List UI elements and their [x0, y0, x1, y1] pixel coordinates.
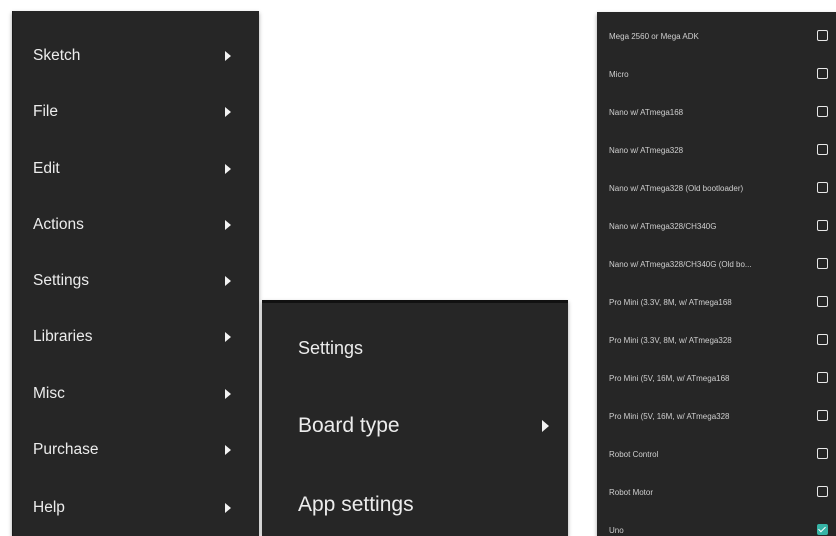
board-name-label: Mega 2560 or Mega ADK	[609, 31, 699, 41]
menu-item-actions[interactable]: Actions	[13, 197, 259, 253]
menu-item-libraries[interactable]: Libraries	[13, 309, 259, 365]
board-name-label: Micro	[609, 69, 629, 79]
menu-item-settings[interactable]: Settings	[13, 253, 259, 309]
menu-item-misc[interactable]: Misc	[13, 366, 259, 422]
board-name-label: Pro Mini (5V, 16M, w/ ATmega168	[609, 373, 730, 383]
menu-item-file[interactable]: File	[13, 84, 259, 140]
checkbox-icon[interactable]	[817, 30, 828, 41]
menu-item-help[interactable]: Help	[13, 480, 259, 536]
board-name-label: Nano w/ ATmega328	[609, 145, 684, 155]
checkbox-checked-icon[interactable]	[817, 524, 828, 535]
checkbox-icon[interactable]	[817, 296, 828, 307]
board-list-item[interactable]: Pro Mini (3.3V, 8M, w/ ATmega328	[597, 321, 836, 359]
submenu-arrow-icon	[225, 445, 231, 455]
board-name-label: Nano w/ ATmega328/CH340G (Old bo...	[609, 259, 752, 269]
screen: Sketch File Edit Actions Settings Librar…	[0, 0, 836, 536]
main-menu: Sketch File Edit Actions Settings Librar…	[12, 11, 259, 536]
submenu-arrow-icon	[225, 332, 231, 342]
board-list-item[interactable]: Robot Control	[597, 435, 836, 473]
board-name-label: Robot Control	[609, 449, 659, 459]
board-list-item[interactable]: Pro Mini (5V, 16M, w/ ATmega168	[597, 359, 836, 397]
checkbox-icon[interactable]	[817, 106, 828, 117]
checkbox-icon[interactable]	[817, 448, 828, 459]
submenu-arrow-icon	[225, 220, 231, 230]
board-name-label: Nano w/ ATmega328/CH340G	[609, 221, 717, 231]
submenu-arrow-icon	[225, 389, 231, 399]
board-name-label: Pro Mini (3.3V, 8M, w/ ATmega328	[609, 335, 732, 345]
board-list-item[interactable]: Uno	[597, 511, 836, 536]
menu-item-label: Board type	[298, 414, 400, 437]
menu-item-purchase[interactable]: Purchase	[13, 422, 259, 478]
submenu-arrow-icon	[542, 420, 549, 432]
submenu-arrow-icon	[225, 276, 231, 286]
submenu-arrow-icon	[225, 107, 231, 117]
submenu-arrow-icon	[225, 51, 231, 61]
checkbox-icon[interactable]	[817, 334, 828, 345]
submenu-arrow-icon	[225, 503, 231, 513]
settings-submenu: Settings Board type App settings	[262, 300, 568, 536]
board-list-item[interactable]: Pro Mini (3.3V, 8M, w/ ATmega168	[597, 283, 836, 321]
board-name-label: Uno	[609, 525, 624, 535]
checkbox-icon[interactable]	[817, 144, 828, 155]
menu-item-sketch[interactable]: Sketch	[13, 28, 259, 84]
checkbox-icon[interactable]	[817, 410, 828, 421]
board-name-label: Nano w/ ATmega328 (Old bootloader)	[609, 183, 744, 193]
checkbox-icon[interactable]	[817, 182, 828, 193]
board-list-item[interactable]: Pro Mini (5V, 16M, w/ ATmega328	[597, 397, 836, 435]
board-name-label: Nano w/ ATmega168	[609, 107, 684, 117]
board-name-label: Robot Motor	[609, 487, 654, 497]
board-type-list: Mega 2560 or Mega ADK Micro Nano w/ ATmega…	[597, 12, 836, 536]
checkbox-icon[interactable]	[817, 258, 828, 269]
menu-item-edit[interactable]: Edit	[13, 141, 259, 197]
board-list-item[interactable]: Mega 2560 or Mega ADK	[597, 17, 836, 55]
menu-item-label: App settings	[298, 493, 414, 516]
menu-item-board-type[interactable]: Board type	[262, 391, 568, 461]
board-list-item[interactable]: Nano w/ ATmega328	[597, 131, 836, 169]
board-list-item[interactable]: Robot Motor	[597, 473, 836, 511]
checkbox-icon[interactable]	[817, 486, 828, 497]
board-list-item[interactable]: Nano w/ ATmega328/CH340G (Old bo...	[597, 245, 836, 283]
board-list-item[interactable]: Nano w/ ATmega168	[597, 93, 836, 131]
board-list-item[interactable]: Nano w/ ATmega328/CH340G	[597, 207, 836, 245]
board-list-item[interactable]: Micro	[597, 55, 836, 93]
settings-header: Settings	[298, 337, 364, 358]
board-list-item[interactable]: Nano w/ ATmega328 (Old bootloader)	[597, 169, 836, 207]
checkbox-icon[interactable]	[817, 68, 828, 79]
board-name-label: Pro Mini (5V, 16M, w/ ATmega328	[609, 411, 730, 421]
menu-item-app-settings[interactable]: App settings	[262, 470, 568, 536]
checkbox-icon[interactable]	[817, 372, 828, 383]
submenu-arrow-icon	[225, 164, 231, 174]
board-name-label: Pro Mini (3.3V, 8M, w/ ATmega168	[609, 297, 732, 307]
checkbox-icon[interactable]	[817, 220, 828, 231]
